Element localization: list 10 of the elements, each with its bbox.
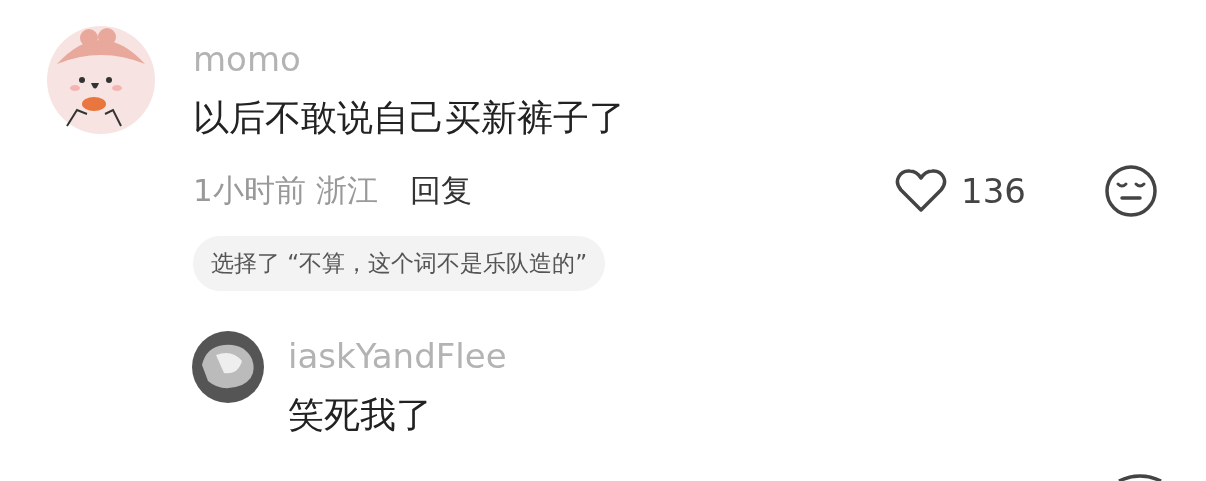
comment-text: 笑死我了 [288, 394, 433, 435]
vote-tag: 选择了 “不算，这个词不是乐队造的” [193, 235, 606, 291]
unamused-face-icon[interactable] [1104, 163, 1158, 218]
reply-link[interactable]: 回复 [409, 169, 472, 212]
username[interactable]: momo [193, 42, 1158, 76]
heart-icon[interactable] [895, 167, 948, 214]
like-count: 136 [961, 170, 1026, 211]
time-location: 1小时前 浙江 [193, 170, 378, 210]
username[interactable]: iaskYandFlee [288, 338, 507, 373]
comment-text: 以后不敢说自己买新裤子了 [193, 98, 626, 138]
